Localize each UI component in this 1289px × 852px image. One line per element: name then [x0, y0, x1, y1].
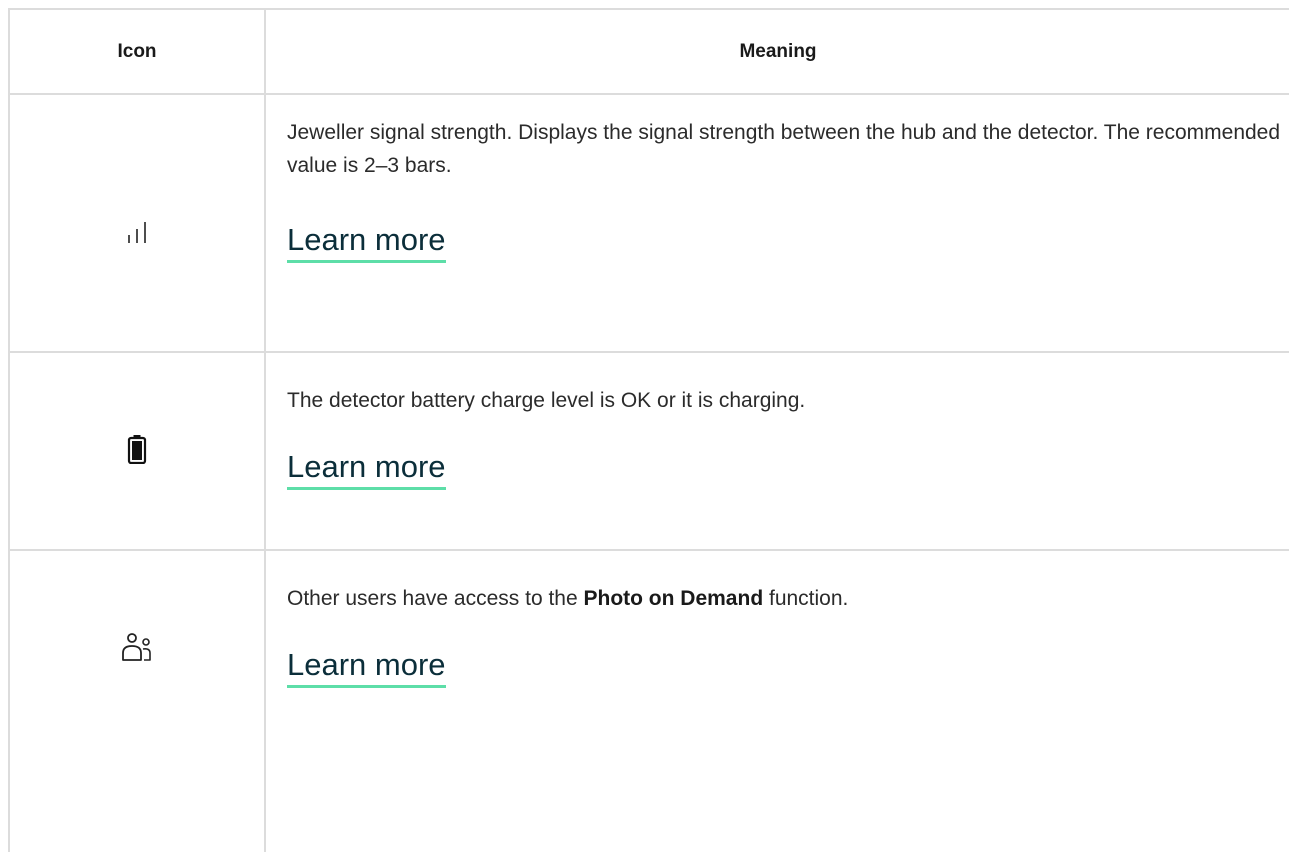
meaning-cell: Other users have access to the Photo on … — [264, 549, 1289, 852]
column-header-meaning: Meaning — [264, 8, 1289, 95]
signal-strength-icon — [124, 219, 150, 250]
description-text-after: function. — [763, 587, 849, 610]
icon-cell — [8, 93, 266, 353]
row-description: Jeweller signal strength. Displays the s… — [287, 121, 1281, 177]
description-text-bold: Photo on Demand — [583, 587, 764, 610]
icon-cell — [8, 351, 266, 551]
meaning-cell: The detector battery charge level is OK … — [264, 351, 1289, 551]
learn-more-link[interactable]: Learn more — [287, 447, 446, 490]
row-description: Other users have access to the Photo on … — [287, 551, 1282, 615]
shared-users-icon — [120, 632, 154, 667]
battery-icon — [127, 434, 147, 469]
table-header-row: Icon Meaning — [8, 8, 1289, 95]
meaning-cell: Jeweller signal strength. Displays the s… — [264, 93, 1289, 353]
row-description: The detector battery charge level is OK … — [287, 389, 806, 412]
learn-more-link[interactable]: Learn more — [287, 645, 446, 688]
description-text-before: Other users have access to the — [287, 587, 584, 610]
icon-cell — [8, 549, 266, 852]
column-header-icon: Icon — [8, 8, 266, 95]
learn-more-link[interactable]: Learn more — [287, 220, 446, 263]
icon-meaning-table: Icon Meaning Jeweller signal strength. D… — [8, 8, 1289, 852]
table-row: Other users have access to the Photo on … — [8, 549, 1289, 852]
table-row: Jeweller signal strength. Displays the s… — [8, 93, 1289, 353]
table-row: The detector battery charge level is OK … — [8, 351, 1289, 551]
